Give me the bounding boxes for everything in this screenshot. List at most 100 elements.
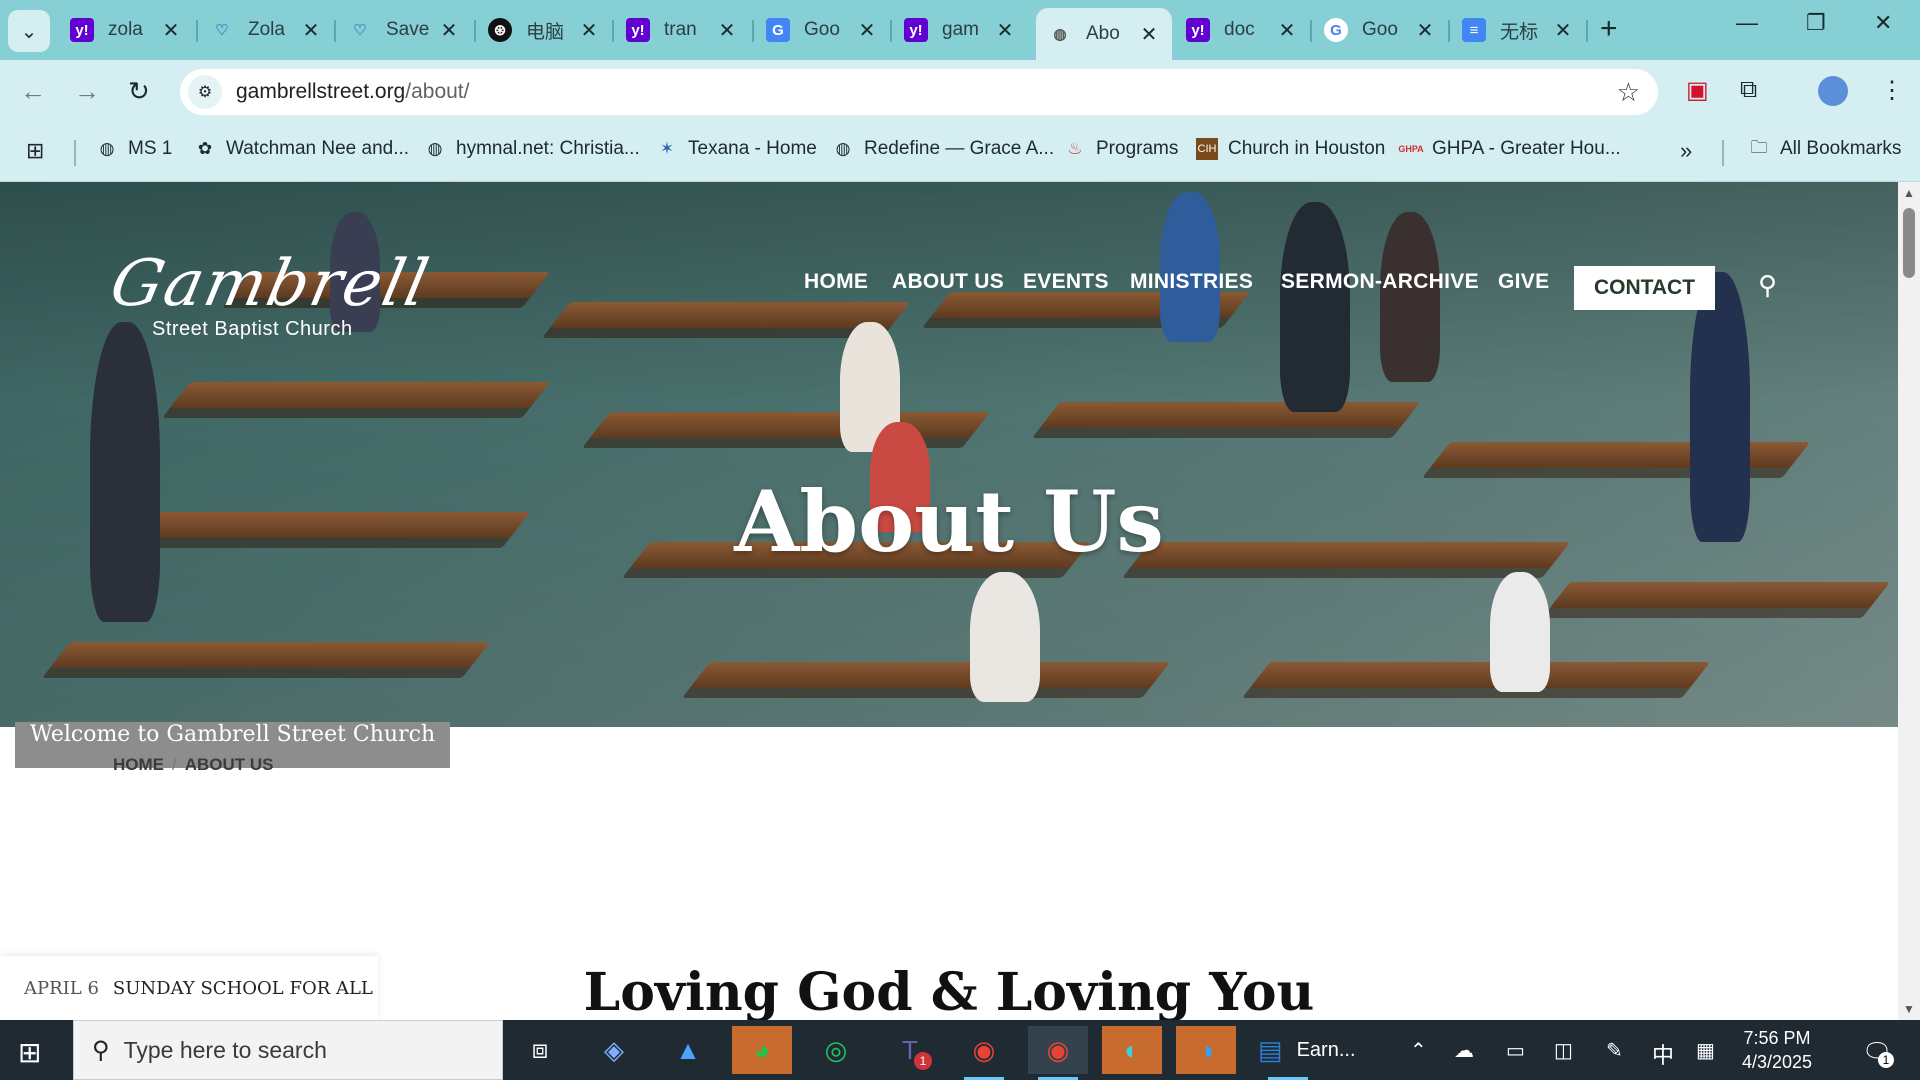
tab-5[interactable]: y! tran ✕: [614, 8, 750, 52]
bookmark-label: MS 1: [128, 138, 173, 159]
back-arrow-icon[interactable]: ←: [20, 76, 46, 107]
wechat-icon[interactable]: ◕: [732, 1026, 792, 1074]
windows-start-icon[interactable]: ⊞: [18, 1036, 41, 1069]
ime-indicator[interactable]: 中: [1652, 1038, 1674, 1070]
tab-9[interactable]: y! doc ✕: [1174, 8, 1310, 52]
close-icon[interactable]: ✕: [1552, 18, 1574, 43]
scroll-down-arrow-icon[interactable]: ▼: [1903, 1002, 1915, 1016]
battery-icon[interactable]: ▭: [1506, 1038, 1525, 1063]
more-bookmarks-icon[interactable]: »: [1680, 138, 1692, 164]
close-icon[interactable]: ✕: [1276, 18, 1298, 43]
tab-11[interactable]: ≡ 无标 ✕: [1450, 8, 1586, 52]
contact-button[interactable]: CONTACT: [1574, 266, 1715, 310]
site-info-icon[interactable]: ⚙: [188, 75, 222, 109]
close-icon[interactable]: ✕: [578, 18, 600, 43]
tab-2[interactable]: ♡ Zola ✕: [198, 8, 334, 52]
search-icon[interactable]: ⚲: [1758, 270, 1777, 301]
taskbar-search-box[interactable]: ⚲ Type here to search: [73, 1020, 503, 1080]
all-bookmarks[interactable]: 🗀 All Bookmarks: [1748, 137, 1902, 160]
tab-6[interactable]: G Goo ✕: [754, 8, 890, 52]
tab-title: tran: [664, 19, 697, 40]
profile-avatar[interactable]: [1818, 76, 1848, 106]
nav-give[interactable]: GIVE: [1498, 270, 1549, 294]
nav-about-us[interactable]: ABOUT US: [892, 270, 1004, 294]
notification-count: 1: [1878, 1052, 1894, 1068]
bookmark-ms1[interactable]: ◍ MS 1: [96, 138, 173, 160]
address-bar[interactable]: ⚙ gambrellstreet.org/about/ ☆: [180, 69, 1658, 115]
close-icon[interactable]: ✕: [1138, 22, 1160, 47]
reload-icon[interactable]: ↻: [128, 76, 150, 107]
page-scrollbar[interactable]: ▲ ▼: [1898, 182, 1920, 1020]
extensions-puzzle-icon[interactable]: ⧉: [1740, 76, 1757, 104]
keyboard-grid-icon[interactable]: ▦: [1696, 1038, 1715, 1063]
nav-ministries[interactable]: MINISTRIES: [1130, 270, 1253, 294]
close-icon[interactable]: ✕: [160, 18, 182, 43]
scroll-up-arrow-icon[interactable]: ▲: [1903, 186, 1915, 200]
edge-icon[interactable]: ◑: [1176, 1026, 1236, 1074]
tab-4[interactable]: ⊛ 电脑 ✕: [476, 8, 612, 52]
menu-kebab-icon[interactable]: ⋮: [1880, 76, 1904, 105]
forward-arrow-icon[interactable]: →: [74, 76, 100, 107]
url-text[interactable]: gambrellstreet.org/about/: [236, 80, 469, 104]
browser-toolbar: ← → ↻ ⚙ gambrellstreet.org/about/ ☆ ▣ ⧉ …: [0, 60, 1920, 124]
restore-icon[interactable]: ❐: [1806, 10, 1826, 36]
tab-8-active[interactable]: ◍ Abo ✕: [1036, 8, 1172, 60]
bookmark-star-icon[interactable]: ☆: [1617, 77, 1640, 108]
edge-dev-icon[interactable]: ◐: [1102, 1026, 1162, 1074]
chevron-down-icon: ⌄: [20, 20, 38, 43]
nav-events[interactable]: EVENTS: [1023, 270, 1109, 294]
all-bookmarks-label: All Bookmarks: [1780, 138, 1902, 159]
bookmark-watchman[interactable]: ✿ Watchman Nee and...: [194, 138, 409, 160]
scrollbar-thumb[interactable]: [1903, 208, 1915, 278]
close-window-icon[interactable]: ✕: [1874, 10, 1892, 36]
meet-icon[interactable]: ◫: [1554, 1038, 1573, 1063]
pew-shape: [169, 382, 551, 408]
green-app-icon[interactable]: ◎: [806, 1026, 866, 1074]
nav-sermon-archive[interactable]: SERMON-ARCHIVE: [1281, 270, 1479, 294]
tab-title: Abo: [1086, 23, 1120, 44]
close-icon[interactable]: ✕: [438, 18, 460, 43]
close-icon[interactable]: ✕: [994, 18, 1016, 43]
nav-home[interactable]: HOME: [804, 270, 868, 294]
task-view-icon[interactable]: ⧈: [510, 1026, 570, 1074]
breadcrumb-home[interactable]: HOME: [113, 755, 164, 774]
pocket-extension-icon[interactable]: ▣: [1686, 76, 1709, 105]
close-icon[interactable]: ✕: [300, 18, 322, 43]
url-host: gambrellstreet.org: [236, 80, 406, 103]
chrome-icon[interactable]: ◉: [954, 1026, 1014, 1080]
tab-3[interactable]: ♡ Save ✕: [336, 8, 472, 52]
system-clock[interactable]: 7:56 PM 4/3/2025: [1742, 1026, 1812, 1074]
close-icon[interactable]: ✕: [856, 18, 878, 43]
tab-10[interactable]: G Goo ✕: [1312, 8, 1448, 52]
folder-icon: 🗀: [1750, 137, 1768, 157]
pen-icon[interactable]: ✎: [1606, 1038, 1623, 1063]
clock-time: 7:56 PM: [1743, 1028, 1811, 1048]
church-logo[interactable]: Gambrell Street Baptist Church: [104, 247, 436, 341]
welcome-text: Welcome to Gambrell Street Church: [30, 722, 436, 747]
tab-1[interactable]: y! zola ✕: [58, 8, 194, 52]
tab-7[interactable]: y! gam ✕: [892, 8, 1028, 52]
new-tab-plus-icon[interactable]: +: [1600, 12, 1618, 46]
word-app-button[interactable]: ▤ Earn...: [1258, 1026, 1408, 1080]
bookmark-programs[interactable]: ♨ Programs: [1064, 138, 1178, 160]
person-shape: [1380, 212, 1440, 382]
apps-grid-icon[interactable]: ⊞: [26, 138, 44, 164]
bookmark-texana[interactable]: ✶ Texana - Home: [656, 138, 817, 160]
teams-icon[interactable]: T1: [880, 1026, 940, 1074]
onedrive-icon[interactable]: ☁: [1454, 1038, 1474, 1063]
copilot-icon[interactable]: ◈: [584, 1026, 644, 1074]
bookmark-redefine[interactable]: ◍ Redefine — Grace A...: [832, 138, 1055, 160]
pew-shape: [1549, 582, 1891, 608]
close-icon[interactable]: ✕: [1414, 18, 1436, 43]
close-icon[interactable]: ✕: [716, 18, 738, 43]
bookmark-hymnal[interactable]: ◍ hymnal.net: Christia...: [424, 138, 640, 160]
chrome-active-icon[interactable]: ◉: [1028, 1026, 1088, 1080]
upcoming-event-bar[interactable]: APRIL 6 SUNDAY SCHOOL FOR ALL: [0, 956, 378, 1020]
chevron-up-icon[interactable]: ⌃: [1410, 1038, 1427, 1063]
photos-app-icon[interactable]: ▲: [658, 1026, 718, 1074]
minimize-icon[interactable]: —: [1736, 10, 1758, 36]
bookmark-ghpa[interactable]: GHPA GHPA - Greater Hou...: [1398, 138, 1620, 160]
bookmark-church-houston[interactable]: CIH Church in Houston: [1196, 138, 1385, 160]
tab-search-button[interactable]: ⌄: [8, 10, 50, 52]
globe-icon: ◍: [835, 139, 851, 158]
